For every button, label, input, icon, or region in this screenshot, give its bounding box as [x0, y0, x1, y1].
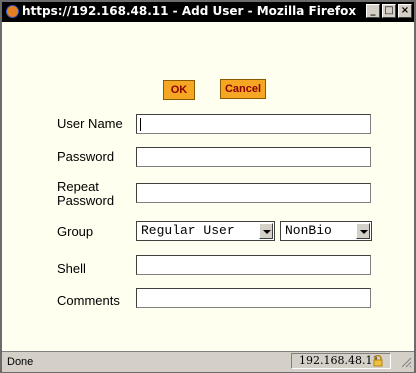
group-label: Group — [57, 224, 94, 239]
bio-select-value: NonBio — [285, 223, 332, 238]
repeat-label-line1: Repeat — [57, 179, 99, 194]
page-content: OK Cancel User Name Password Repeat Pass… — [2, 22, 414, 351]
group-select[interactable]: Regular User — [136, 221, 275, 241]
window-title: https://192.168.48.11 - Add User - Mozil… — [22, 4, 357, 18]
username-label: User Name — [57, 116, 123, 131]
password-input[interactable] — [136, 147, 371, 167]
password-label: Password — [57, 149, 115, 164]
comments-label: Comments — [57, 293, 120, 308]
maximize-button[interactable]: □ — [382, 4, 396, 18]
shell-label: Shell — [57, 261, 86, 276]
shell-input[interactable] — [136, 255, 371, 275]
group-select-value: Regular User — [141, 223, 235, 238]
status-host-text: 192.168.48.11 — [299, 354, 380, 367]
chevron-down-icon[interactable] — [356, 223, 370, 239]
repeat-password-input[interactable] — [136, 183, 371, 203]
comments-input[interactable] — [136, 288, 371, 308]
repeat-password-label: Repeat Password — [57, 180, 114, 208]
close-button[interactable]: × — [398, 4, 412, 18]
ok-button[interactable]: OK — [163, 80, 195, 100]
minimize-button[interactable]: _ — [366, 4, 380, 18]
bio-select[interactable]: NonBio — [280, 221, 372, 241]
status-host: 192.168.48.11 — [291, 353, 391, 369]
firefox-icon — [6, 5, 19, 18]
window-controls: _ □ × — [366, 4, 412, 18]
resize-grip-icon[interactable] — [400, 356, 412, 368]
cancel-button[interactable]: Cancel — [220, 79, 266, 99]
username-input[interactable] — [136, 114, 371, 134]
title-bar[interactable]: https://192.168.48.11 - Add User - Mozil… — [2, 2, 414, 22]
status-bar: Done 192.168.48.11 — [2, 351, 414, 372]
lock-icon[interactable] — [372, 355, 384, 367]
repeat-label-line2: Password — [57, 193, 115, 208]
text-caret — [140, 118, 141, 131]
chevron-down-icon[interactable] — [259, 223, 273, 239]
browser-window: https://192.168.48.11 - Add User - Mozil… — [0, 0, 416, 373]
status-text: Done — [7, 356, 34, 368]
